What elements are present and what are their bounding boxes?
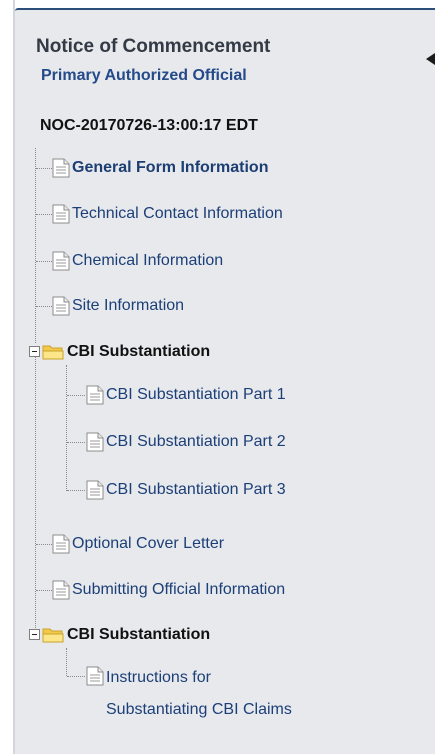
tree-item-site-information[interactable]: Site Information [72, 297, 184, 315]
tree-item-cbi-substantiation-part-1[interactable]: CBI Substantiation Part 1 [106, 386, 286, 404]
tree-connector [67, 676, 85, 677]
document-icon [86, 666, 104, 686]
tree-connector [36, 214, 52, 215]
tree-item-cbi-substantiation-part-2[interactable]: CBI Substantiation Part 2 [106, 433, 286, 451]
tree-connector [36, 261, 52, 262]
tree-connector [35, 357, 36, 634]
left-gutter [0, 0, 14, 754]
tree-folder-cbi-substantiation[interactable]: CBI Substantiation [67, 343, 210, 361]
tree-item-technical-contact-information[interactable]: Technical Contact Information [72, 205, 283, 223]
document-icon [52, 534, 70, 554]
tree-item-submitting-official-information[interactable]: Submitting Official Information [72, 581, 285, 599]
document-icon [52, 158, 70, 178]
tree-connector [36, 544, 52, 545]
collapse-minus-icon[interactable] [29, 629, 40, 640]
document-icon [86, 480, 104, 500]
tree-item-instructions-line-1[interactable]: Instructions for [106, 665, 211, 690]
top-strip [0, 0, 442, 6]
folder-open-icon [42, 628, 64, 643]
tree-connector [67, 442, 85, 443]
tree-folder-cbi-substantiation-2[interactable]: CBI Substantiation [67, 626, 210, 644]
document-icon [86, 432, 104, 452]
tree-item-instructions-line-2[interactable]: Substantiating CBI Claims [106, 697, 292, 722]
tree-connector [36, 306, 52, 307]
document-icon [86, 385, 104, 405]
folder-open-icon [42, 345, 64, 360]
chevron-left-icon[interactable] [426, 53, 435, 65]
document-icon [52, 296, 70, 316]
tree-connector [35, 148, 36, 343]
tree-connector [36, 590, 52, 591]
document-icon [52, 204, 70, 224]
role-subtitle: Primary Authorized Official [41, 67, 247, 84]
tree-connector [36, 168, 52, 169]
noc-identifier: NOC-20170726-13:00:17 EDT [40, 117, 258, 134]
tree-item-optional-cover-letter[interactable]: Optional Cover Letter [72, 535, 224, 553]
tree-connector [66, 648, 67, 676]
tree-connector [67, 490, 85, 491]
tree-connector [66, 365, 67, 491]
tree-item-cbi-substantiation-part-3[interactable]: CBI Substantiation Part 3 [106, 481, 286, 499]
document-icon [52, 251, 70, 271]
document-icon [52, 580, 70, 600]
tree-item-chemical-information[interactable]: Chemical Information [72, 252, 223, 270]
tree-item-general-form-information[interactable]: General Form Information [72, 159, 268, 177]
collapse-minus-icon[interactable] [29, 346, 40, 357]
page-title: Notice of Commencement [36, 36, 271, 57]
tree-connector [67, 395, 85, 396]
